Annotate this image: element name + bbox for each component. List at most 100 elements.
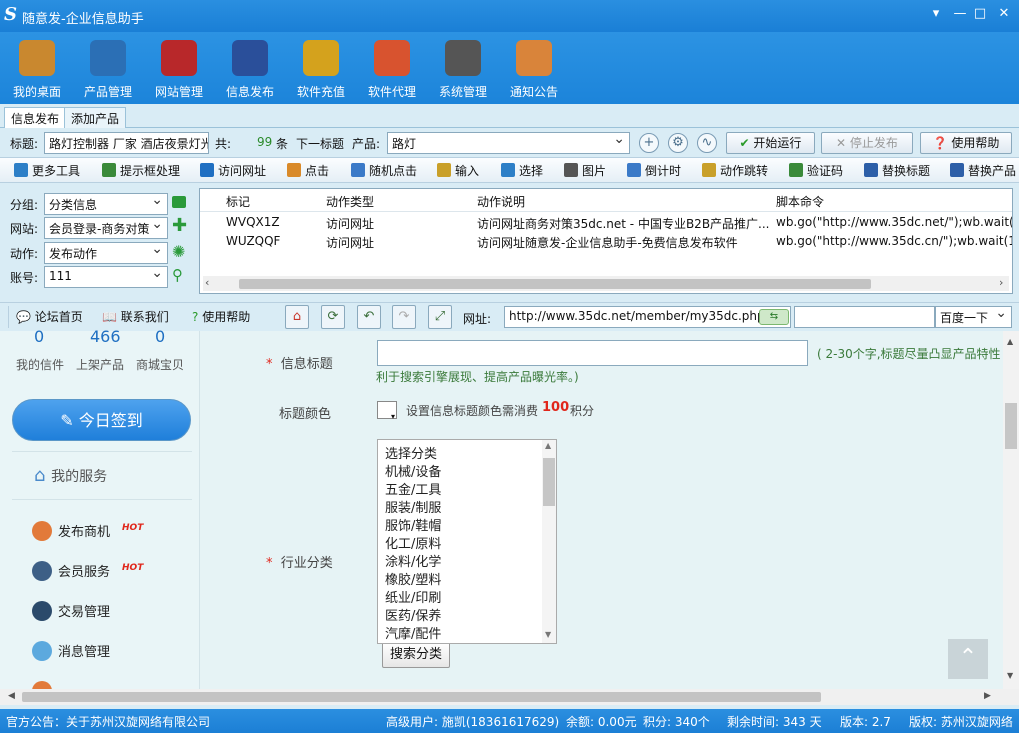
table-row[interactable]: WUZQQF 访问网址 访问网址随意发-企业信息助手-免费信息发布软件 wb.g…	[200, 232, 1012, 250]
more-tools-button[interactable]: 更多工具	[14, 161, 80, 181]
vscroll-up-icon[interactable]: ▲	[1007, 337, 1013, 346]
refresh-icon[interactable]: ⟳	[321, 305, 345, 329]
add-site-icon[interactable]: ✚	[172, 217, 187, 235]
countdown-button[interactable]: 倒计时	[627, 161, 681, 181]
contact-us-link[interactable]: 📖 联系我们	[102, 307, 169, 327]
category-listbox[interactable]: 选择分类 机械/设备 五金/工具 服装/制服 服饰/鞋帽 化工/原料 涂料/化学…	[377, 439, 557, 644]
captcha-button[interactable]: 验证码	[789, 161, 843, 181]
cut-off-menu-item[interactable]	[32, 681, 58, 689]
toolbar-notice-button[interactable]: 通知公告	[499, 36, 569, 102]
listbox-scrollbar[interactable]: ▲ ▼	[542, 440, 556, 643]
listbox-scroll-thumb[interactable]	[543, 458, 555, 506]
chart-circle-icon[interactable]: ∿	[697, 133, 717, 153]
hscroll-left-icon[interactable]: ◀	[8, 691, 15, 701]
publish-biz-link[interactable]: 发布商机 HOT	[32, 521, 143, 541]
back-arrow-icon[interactable]: ↶	[357, 305, 381, 329]
account-select[interactable]: 111	[44, 266, 168, 288]
settings-circle-icon[interactable]: ⚙	[668, 133, 688, 153]
scroll-left-icon[interactable]: ‹	[205, 276, 209, 289]
hscroll-thumb[interactable]	[22, 692, 821, 702]
maximize-button[interactable]: □	[970, 4, 990, 24]
list-item[interactable]: 五金/工具	[385, 479, 441, 498]
stat-mail-num[interactable]: 0	[34, 327, 44, 346]
list-item[interactable]: 医药/保养	[385, 605, 441, 624]
list-item[interactable]: 机械/设备	[385, 461, 441, 480]
action-select[interactable]: 发布动作	[44, 242, 168, 264]
search-category-button[interactable]: 搜索分类	[382, 642, 450, 668]
my-service-link[interactable]: ⌂ 我的服务	[34, 465, 107, 486]
forward-arrow-icon[interactable]: ↷	[392, 305, 416, 329]
table-row[interactable]: WVQX1Z 访问网址 访问网址商务对策35dc.net - 中国专业B2B产品…	[200, 213, 1012, 231]
replace-product-button[interactable]: 替换产品	[950, 161, 1016, 181]
home-icon[interactable]: ⌂	[285, 305, 309, 329]
click-button[interactable]: 点击	[287, 161, 329, 181]
search-engine-select[interactable]: 百度一下	[935, 306, 1012, 328]
minimize-button[interactable]: —	[950, 4, 970, 24]
list-item[interactable]: 服饰/鞋帽	[385, 515, 441, 534]
trade-manage-link[interactable]: 交易管理	[32, 601, 110, 621]
usage-help-link[interactable]: ? 使用帮助	[192, 307, 250, 327]
stat-shop-num[interactable]: 0	[155, 327, 165, 346]
gear-small-icon[interactable]: ✺	[172, 242, 185, 261]
toolbar-product-button[interactable]: 产品管理	[73, 36, 143, 102]
close-button[interactable]: ✕	[994, 4, 1014, 24]
toolbar-desktop-button[interactable]: 我的桌面	[2, 36, 72, 102]
start-run-button[interactable]: ✔ 开始运行	[726, 132, 815, 154]
toolbar-publish-button[interactable]: 信息发布	[215, 36, 285, 102]
select-button[interactable]: 选择	[501, 161, 543, 181]
col-header-mark[interactable]: 标记	[226, 193, 250, 210]
folder-icon[interactable]	[172, 196, 186, 208]
vscroll-thumb[interactable]	[1005, 403, 1017, 449]
forum-home-link[interactable]: 💬 论坛首页	[16, 307, 83, 327]
grid-scroll-thumb[interactable]	[239, 279, 871, 289]
product-select[interactable]: 路灯	[387, 132, 630, 154]
tab-publish[interactable]: 信息发布	[4, 107, 67, 128]
url-input[interactable]: http://www.35dc.net/member/my35dc.php	[504, 306, 791, 328]
replace-title-button[interactable]: 替换标题	[864, 161, 930, 181]
col-header-desc[interactable]: 动作说明	[477, 193, 525, 210]
vscroll-down-icon[interactable]: ▼	[1007, 671, 1013, 680]
fullscreen-icon[interactable]: ⤢	[428, 305, 452, 329]
action-jump-button[interactable]: 动作跳转	[702, 161, 768, 181]
member-service-link[interactable]: 会员服务 HOT	[32, 561, 143, 581]
title-input[interactable]: 路灯控制器 厂家 酒店夜景灯光	[44, 132, 209, 154]
random-click-button[interactable]: 随机点击	[351, 161, 417, 181]
search-input[interactable]	[794, 306, 935, 328]
group-select[interactable]: 分类信息	[44, 193, 168, 215]
search-icon[interactable]: ⚲	[172, 266, 183, 284]
tab-add-product[interactable]: 添加产品	[64, 107, 127, 128]
list-item[interactable]: 选择分类	[385, 443, 437, 462]
menu-dropdown-icon[interactable]: ▾	[926, 4, 946, 24]
image-button[interactable]: 图片	[564, 161, 606, 181]
go-icon[interactable]: ⇆	[759, 309, 789, 325]
page-vscrollbar[interactable]: ▲ ▼	[1003, 331, 1019, 689]
list-item[interactable]: 服装/制服	[385, 497, 441, 516]
site-select[interactable]: 会员登录-商务对策	[44, 217, 168, 239]
prompt-handle-button[interactable]: 提示框处理	[102, 161, 180, 181]
checkin-button[interactable]: ✎ 今日签到	[12, 399, 191, 441]
scroll-down-icon[interactable]: ▼	[545, 630, 551, 639]
grid-hscrollbar[interactable]: ‹ ›	[203, 276, 1009, 291]
stop-publish-button[interactable]: ✕ 停止发布	[821, 132, 913, 154]
official-notice[interactable]: 官方公告：关于苏州汉旋网络有限公司	[6, 713, 210, 730]
page-hscrollbar[interactable]: ◀ ▶	[0, 689, 1019, 705]
message-manage-link[interactable]: 消息管理	[32, 641, 110, 661]
back-to-top-icon[interactable]: ⌃	[948, 639, 988, 679]
visit-url-button[interactable]: 访问网址	[200, 161, 266, 181]
toolbar-recharge-button[interactable]: 软件充值	[286, 36, 356, 102]
scroll-right-icon[interactable]: ›	[999, 276, 1003, 289]
list-item[interactable]: 化工/原料	[385, 533, 441, 552]
info-title-input[interactable]	[377, 340, 808, 366]
stat-product-num[interactable]: 466	[90, 327, 121, 346]
hscroll-right-icon[interactable]: ▶	[984, 691, 991, 701]
col-header-script[interactable]: 脚本命令	[776, 193, 824, 210]
color-picker[interactable]: ▾	[377, 401, 397, 421]
input-button[interactable]: 输入	[437, 161, 479, 181]
list-item[interactable]: 纸业/印刷	[385, 587, 441, 606]
toolbar-site-button[interactable]: 网站管理	[144, 36, 214, 102]
list-item[interactable]: 汽摩/配件	[385, 623, 441, 642]
scroll-up-icon[interactable]: ▲	[545, 441, 551, 450]
list-item[interactable]: 橡胶/塑料	[385, 569, 441, 588]
plus-circle-icon[interactable]: +	[639, 133, 659, 153]
help-button[interactable]: ❓ 使用帮助	[920, 132, 1012, 154]
